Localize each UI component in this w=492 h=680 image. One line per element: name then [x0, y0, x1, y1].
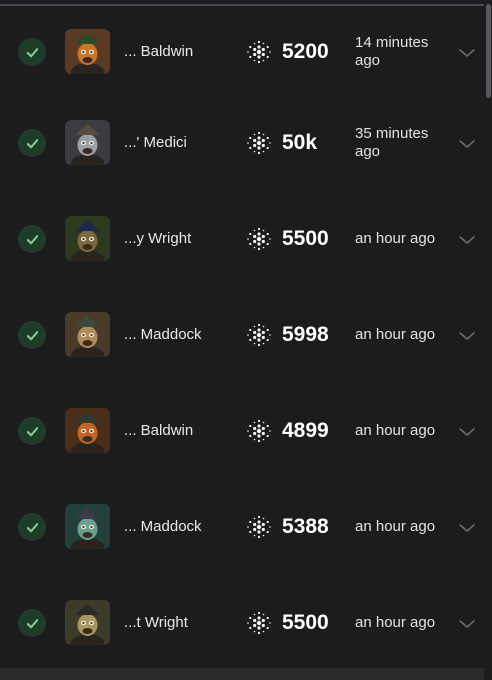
ada-icon — [246, 514, 272, 540]
ada-icon — [246, 322, 272, 348]
ada-icon — [246, 610, 272, 636]
chevron-down-icon[interactable] — [458, 617, 476, 629]
price-amount: 5500 — [282, 227, 329, 250]
price-amount: 5200 — [282, 40, 329, 63]
avatar[interactable] — [65, 312, 110, 357]
timestamp: an hour ago — [355, 614, 436, 631]
timestamp: an hour ago — [355, 518, 436, 535]
list-item[interactable]: ... Baldwin 5200 14 minutes ago — [0, 6, 484, 100]
price-amount: 50k — [282, 131, 318, 154]
avatar[interactable] — [65, 29, 110, 74]
asset-name[interactable]: ... Baldwin — [124, 43, 193, 60]
avatar[interactable] — [65, 216, 110, 261]
asset-name[interactable]: ...y Wright — [124, 230, 191, 247]
ada-icon — [246, 226, 272, 252]
chevron-down-icon[interactable] — [458, 46, 476, 58]
list-item[interactable]: ...y Wright 5500 an hour ago — [0, 193, 484, 287]
avatar[interactable] — [65, 504, 110, 549]
check-icon — [18, 417, 46, 445]
asset-name[interactable]: ... Maddock — [124, 518, 202, 535]
next-row-edge — [0, 668, 484, 680]
timestamp: an hour ago — [355, 422, 436, 439]
chevron-down-icon[interactable] — [458, 521, 476, 533]
ada-icon — [246, 39, 272, 65]
list-item[interactable]: ... Maddock 5388 an hour ago — [0, 481, 484, 575]
chevron-down-icon[interactable] — [458, 425, 476, 437]
list-item[interactable]: ...t Wright 5500 an hour ago — [0, 577, 484, 671]
check-icon — [18, 38, 46, 66]
timestamp: 14 minutes ago — [355, 34, 429, 69]
price-amount: 4899 — [282, 419, 329, 442]
check-icon — [18, 129, 46, 157]
asset-name[interactable]: ... Maddock — [124, 326, 202, 343]
check-icon — [18, 321, 46, 349]
list-item[interactable]: ... Baldwin 4899 an hour ago — [0, 385, 484, 479]
timestamp: 35 minutes ago — [355, 125, 429, 160]
timestamp: an hour ago — [355, 326, 436, 343]
scrollbar[interactable] — [486, 4, 491, 98]
avatar[interactable] — [65, 120, 110, 165]
price-amount: 5998 — [282, 323, 329, 346]
chevron-down-icon[interactable] — [458, 329, 476, 341]
avatar[interactable] — [65, 600, 110, 645]
ada-icon — [246, 130, 272, 156]
chevron-down-icon[interactable] — [458, 137, 476, 149]
timestamp: an hour ago — [355, 230, 436, 247]
ada-icon — [246, 418, 272, 444]
avatar[interactable] — [65, 408, 110, 453]
price-amount: 5500 — [282, 611, 329, 634]
check-icon — [18, 513, 46, 541]
chevron-down-icon[interactable] — [458, 233, 476, 245]
list-item[interactable]: ... Maddock 5998 an hour ago — [0, 289, 484, 383]
asset-name[interactable]: ...t Wright — [124, 614, 188, 631]
list-item[interactable]: ...' Medici 50k 35 minutes ago — [0, 97, 484, 191]
asset-name[interactable]: ... Baldwin — [124, 422, 193, 439]
asset-name[interactable]: ...' Medici — [124, 134, 187, 151]
activity-list: ... Baldwin 5200 14 minutes ago ...' Medici… — [0, 0, 492, 680]
check-icon — [18, 225, 46, 253]
price-amount: 5388 — [282, 515, 329, 538]
check-icon — [18, 609, 46, 637]
